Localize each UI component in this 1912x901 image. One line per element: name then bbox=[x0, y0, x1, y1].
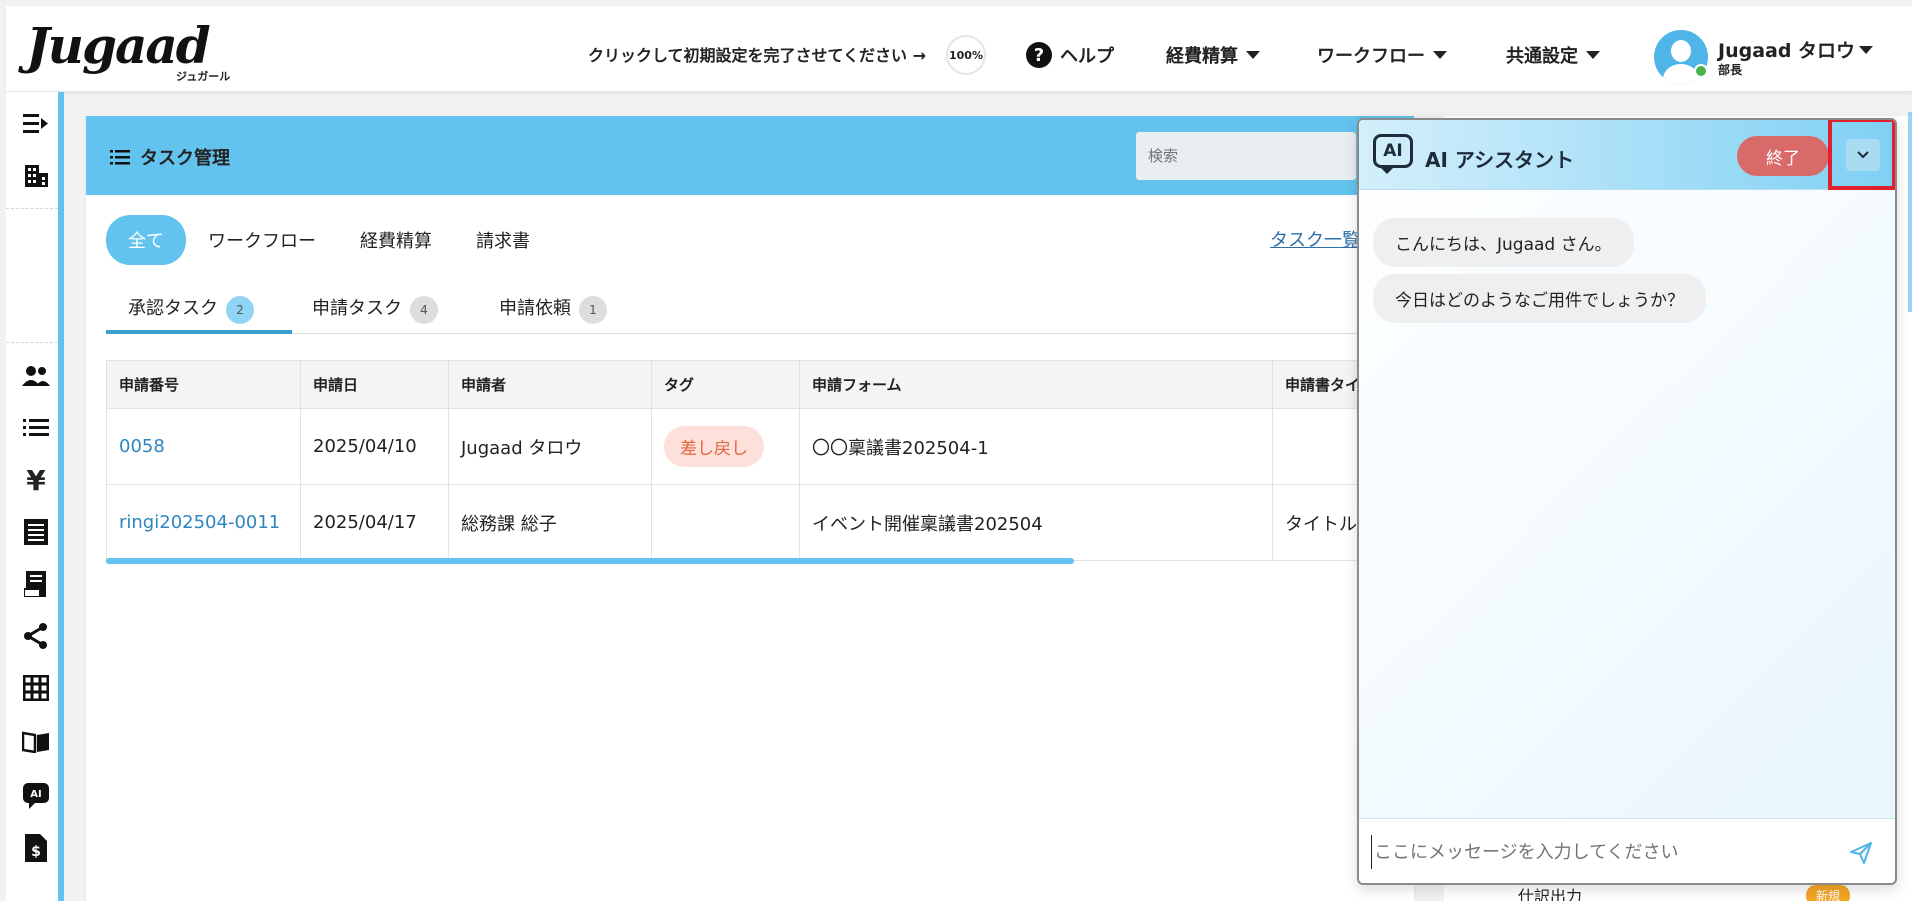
applicant-name: Jugaad タロウ bbox=[448, 408, 652, 485]
message-input-bar bbox=[1359, 818, 1895, 883]
ai-assistant-panel: AI AI アシスタント 終了 こんにちは、Jugaad さん。 今日はどのよう… bbox=[1357, 118, 1897, 885]
search-input[interactable] bbox=[1136, 132, 1356, 180]
application-number-link[interactable]: ringi202504-0011 bbox=[106, 484, 301, 561]
tab-all[interactable]: 全て bbox=[106, 215, 186, 265]
table-row[interactable]: 0058 2025/04/10 Jugaad タロウ 差し戻し 〇〇稟議書202… bbox=[106, 408, 1413, 485]
task-management-panel: タスク管理 全て ワークフロー 経費精算 請求書 タスク一覧 承認タスク 2 申… bbox=[86, 116, 1414, 901]
count-badge: 4 bbox=[410, 296, 438, 324]
application-form: 〇〇稟議書202504-1 bbox=[799, 408, 1273, 485]
list-icon bbox=[110, 150, 130, 165]
table-row[interactable]: ringi202504-0011 2025/04/17 総務課 総子 イベント開… bbox=[106, 484, 1413, 561]
column-header[interactable]: 申請者 bbox=[448, 360, 652, 409]
setup-progress-indicator[interactable]: 100% bbox=[946, 35, 986, 75]
nav-expense-menu[interactable]: 経費精算 bbox=[1166, 42, 1260, 68]
ai-chat-icon: AI bbox=[1373, 134, 1413, 168]
list-icon[interactable] bbox=[22, 414, 50, 442]
category-tabs: 全て ワークフロー 経費精算 請求書 bbox=[106, 215, 552, 265]
logo-text: Jugaad bbox=[26, 16, 211, 75]
online-status-dot bbox=[1694, 64, 1708, 78]
nav-settings-label: 共通設定 bbox=[1506, 46, 1578, 67]
task-list-link[interactable]: タスク一覧 bbox=[1270, 226, 1360, 252]
billing-document-icon[interactable]: $ bbox=[22, 834, 50, 862]
message-input[interactable] bbox=[1371, 835, 1831, 869]
manual-book-icon[interactable] bbox=[22, 728, 50, 756]
ai-message-bubble: こんにちは、Jugaad さん。 bbox=[1373, 218, 1634, 267]
table-horizontal-scrollbar[interactable] bbox=[106, 558, 1074, 564]
column-header[interactable]: 申請番号 bbox=[106, 360, 301, 409]
column-header[interactable]: 申請日 bbox=[300, 360, 449, 409]
task-type-tabs: 承認タスク 2 申請タスク 4 申請依頼 1 bbox=[106, 282, 1414, 334]
tab-label: 申請タスク bbox=[312, 298, 402, 319]
tab-invoice[interactable]: 請求書 bbox=[454, 215, 552, 265]
page-scrollbar[interactable] bbox=[1908, 112, 1912, 312]
invoice-icon[interactable] bbox=[22, 570, 50, 598]
user-menu-caret-icon[interactable] bbox=[1859, 46, 1873, 54]
application-date: 2025/04/10 bbox=[300, 408, 449, 485]
svg-text:$: $ bbox=[31, 844, 41, 860]
user-role: 部長 bbox=[1718, 63, 1743, 77]
task-table: 申請番号 申請日 申請者 タグ 申請フォーム 申請書タイ 0058 2025/0… bbox=[106, 360, 1413, 561]
yen-icon[interactable]: ¥ bbox=[22, 464, 50, 497]
setup-prompt-link[interactable]: クリックして初期設定を完了させてください → bbox=[588, 42, 926, 66]
tab-label: 承認タスク bbox=[128, 298, 218, 319]
help-menu[interactable]: ? ヘルプ bbox=[1026, 42, 1114, 68]
help-label: ヘルプ bbox=[1060, 46, 1114, 67]
grid-table-icon[interactable] bbox=[22, 674, 50, 702]
applicant-name: 総務課 総子 bbox=[448, 484, 652, 561]
tab-workflow[interactable]: ワークフロー bbox=[186, 215, 338, 265]
application-form: イベント開催稟議書202504 bbox=[799, 484, 1273, 561]
count-badge: 1 bbox=[579, 296, 607, 324]
tab-application-tasks[interactable]: 申請タスク 4 bbox=[312, 282, 438, 334]
help-icon: ? bbox=[1026, 42, 1052, 68]
tab-label: 申請依頼 bbox=[499, 298, 571, 319]
tab-expense[interactable]: 経費精算 bbox=[338, 215, 454, 265]
column-header[interactable]: 申請フォーム bbox=[799, 360, 1273, 409]
new-badge: 新規 bbox=[1806, 885, 1851, 901]
tag-cell bbox=[651, 484, 800, 561]
tab-application-requests[interactable]: 申請依頼 1 bbox=[499, 282, 607, 334]
count-badge: 2 bbox=[226, 296, 254, 324]
share-icon[interactable] bbox=[22, 622, 50, 650]
application-number-link[interactable]: 0058 bbox=[106, 408, 301, 485]
svg-text:AI: AI bbox=[30, 789, 41, 800]
user-name[interactable]: Jugaad タロウ bbox=[1718, 36, 1855, 63]
status-tag: 差し戻し bbox=[664, 426, 764, 467]
nav-workflow-label: ワークフロー bbox=[1317, 46, 1425, 67]
nav-expense-label: 経費精算 bbox=[1166, 46, 1238, 67]
nav-settings-menu[interactable]: 共通設定 bbox=[1506, 42, 1600, 68]
tab-approval-tasks[interactable]: 承認タスク 2 bbox=[106, 282, 292, 334]
tag-cell: 差し戻し bbox=[651, 408, 800, 485]
ai-title: AI アシスタント bbox=[1425, 148, 1575, 172]
ai-header: AI AI アシスタント 終了 bbox=[1359, 120, 1895, 190]
nav-workflow-menu[interactable]: ワークフロー bbox=[1317, 42, 1447, 68]
users-icon[interactable] bbox=[22, 362, 50, 390]
caret-down-icon bbox=[1433, 51, 1447, 59]
expand-sidebar-icon[interactable] bbox=[22, 110, 50, 138]
receipt-icon[interactable] bbox=[22, 518, 50, 546]
highlight-box bbox=[1828, 120, 1895, 190]
end-chat-button[interactable]: 終了 bbox=[1737, 136, 1829, 176]
panel-title-text: タスク管理 bbox=[140, 148, 230, 169]
column-header[interactable]: タグ bbox=[651, 360, 800, 409]
chevron-down-icon bbox=[1857, 151, 1869, 159]
top-header: Jugaad ジュガール クリックして初期設定を完了させてください → 100%… bbox=[6, 6, 1912, 92]
logo-subtext: ジュガール bbox=[176, 70, 231, 83]
ai-chat-icon[interactable]: AI bbox=[22, 782, 50, 810]
table-header-row: 申請番号 申請日 申請者 タグ 申請フォーム 申請書タイ bbox=[106, 360, 1413, 409]
caret-down-icon bbox=[1246, 51, 1260, 59]
sidebar: ¥ AI $ bbox=[6, 92, 64, 901]
caret-down-icon bbox=[1586, 51, 1600, 59]
ai-message-bubble: 今日はどのようなご用件でしょうか？ bbox=[1373, 274, 1706, 323]
journal-export-label[interactable]: 仕訳出力 bbox=[1518, 883, 1582, 901]
company-building-icon[interactable] bbox=[22, 162, 50, 190]
collapse-button[interactable] bbox=[1846, 139, 1880, 171]
send-icon[interactable] bbox=[1849, 841, 1873, 865]
application-date: 2025/04/17 bbox=[300, 484, 449, 561]
panel-title: タスク管理 bbox=[110, 144, 230, 170]
panel-header: タスク管理 bbox=[86, 116, 1414, 195]
app-logo[interactable]: Jugaad ジュガール bbox=[26, 16, 236, 83]
